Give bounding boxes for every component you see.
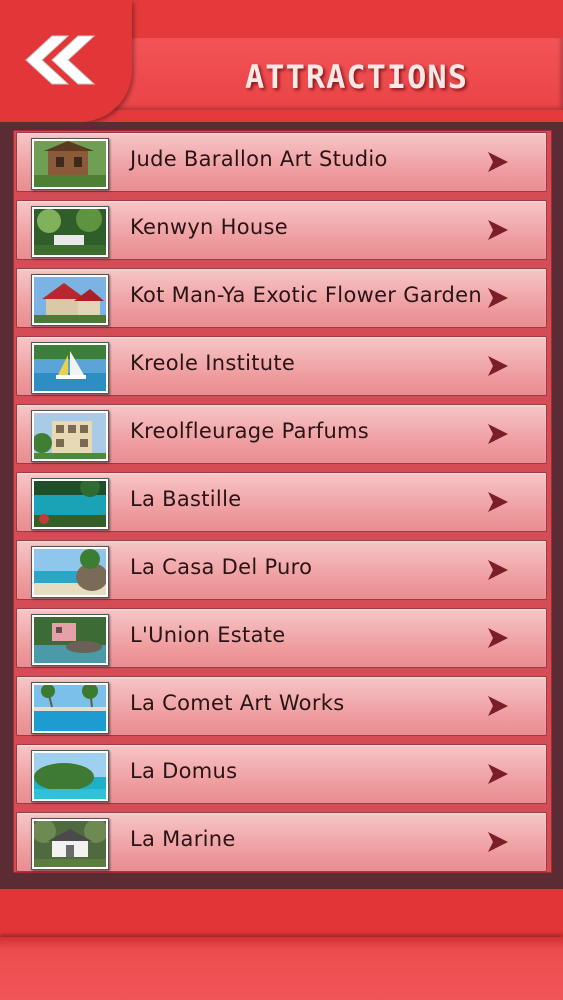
attraction-name: Kot Man-Ya Exotic Flower Garden: [130, 283, 482, 307]
list-item[interactable]: La Casa Del Puro: [16, 540, 547, 600]
chevron-right-icon: [488, 152, 508, 172]
attraction-name: L'Union Estate: [130, 623, 286, 647]
attraction-thumbnail: [31, 818, 109, 870]
header: ATTRACTIONS: [0, 0, 563, 122]
attraction-thumbnail: [31, 750, 109, 802]
chevron-right-icon: [488, 764, 508, 784]
attraction-thumbnail: [31, 410, 109, 462]
list-item[interactable]: Kreole Institute: [16, 336, 547, 396]
attraction-name: Kreolfleurage Parfums: [130, 419, 370, 443]
list-item[interactable]: Kenwyn House: [16, 200, 547, 260]
attraction-name: La Bastille: [130, 487, 242, 511]
list-item[interactable]: La Domus: [16, 744, 547, 804]
chevron-right-icon: [488, 424, 508, 444]
attraction-name: Kenwyn House: [130, 215, 288, 239]
chevron-right-icon: [488, 696, 508, 716]
list-item[interactable]: La Comet Art Works: [16, 676, 547, 736]
chevron-right-icon: [488, 492, 508, 512]
list-item[interactable]: Kot Man-Ya Exotic Flower Garden: [16, 268, 547, 328]
attraction-name: La Domus: [130, 759, 238, 783]
attraction-name: Jude Barallon Art Studio: [130, 147, 388, 171]
attraction-thumbnail: [31, 138, 109, 190]
attraction-thumbnail: [31, 478, 109, 530]
attraction-name: La Casa Del Puro: [130, 555, 313, 579]
list-item[interactable]: L'Union Estate: [16, 608, 547, 668]
attraction-thumbnail: [31, 614, 109, 666]
attraction-thumbnail: [31, 546, 109, 598]
attraction-thumbnail: [31, 682, 109, 734]
page-title: ATTRACTIONS: [245, 58, 468, 96]
list-item[interactable]: La Marine: [16, 812, 547, 872]
chevron-right-icon: [488, 356, 508, 376]
attraction-thumbnail: [31, 206, 109, 258]
chevron-right-icon: [488, 220, 508, 240]
chevron-right-icon: [488, 560, 508, 580]
attraction-name: La Marine: [130, 827, 236, 851]
chevron-right-icon: [488, 832, 508, 852]
attraction-name: Kreole Institute: [130, 351, 296, 375]
footer-band: [0, 937, 563, 1000]
list-item[interactable]: Jude Barallon Art Studio: [16, 132, 547, 192]
attraction-name: La Comet Art Works: [130, 691, 345, 715]
attraction-thumbnail: [31, 342, 109, 394]
chevron-right-icon: [488, 628, 508, 648]
list-item[interactable]: Kreolfleurage Parfums: [16, 404, 547, 464]
attraction-thumbnail: [31, 274, 109, 326]
list-item[interactable]: La Bastille: [16, 472, 547, 532]
chevron-right-icon: [488, 288, 508, 308]
